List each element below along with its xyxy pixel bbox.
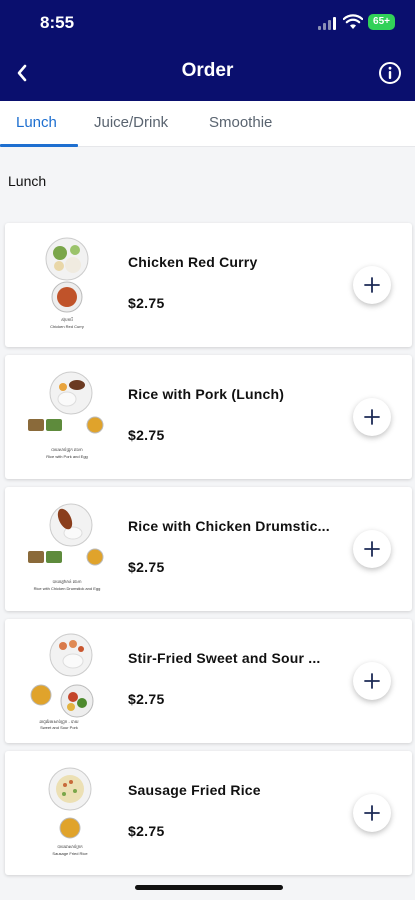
item-name: Chicken Red Curry (128, 254, 258, 270)
item-name: Sausage Fried Rice (128, 782, 261, 798)
item-price: $2.75 (128, 559, 165, 575)
svg-text:ស៊ុបការី: ស៊ុបការី (61, 317, 73, 323)
menu-item-card[interactable]: បាយសាច់ជ្រូក​ ពងទា Rice with Pork and Eg… (5, 355, 412, 479)
page-title: Order (181, 60, 234, 81)
item-name: Stir-Fried Sweet and Sour ... (128, 650, 321, 666)
tab-lunch[interactable]: Lunch (16, 114, 57, 131)
svg-text:Sausage Fried Rice: Sausage Fried Rice (52, 851, 88, 856)
item-price: $2.75 (128, 427, 165, 443)
status-time: 8:55 (40, 13, 75, 32)
food-image: ឆាជូរអែមសាច់ជ្រូក - បាយ Sweet and Sour P… (30, 633, 94, 730)
menu-item-card[interactable]: ស៊ុបការី Chicken Red Curry Chicken Red C… (5, 223, 412, 347)
svg-text:បាយសាច់ជ្រូក​ ពងទា: បាយសាច់ជ្រូក​ ពងទា (51, 447, 83, 453)
plus-icon (364, 805, 380, 821)
svg-text:Rice with Chicken Drumstick an: Rice with Chicken Drumstick and Egg (34, 586, 101, 591)
add-item-button[interactable] (353, 398, 391, 436)
plus-icon (364, 409, 380, 425)
add-item-button[interactable] (353, 530, 391, 568)
food-image: បាយឆាសាច់ក្រក Sausage Fried Rice (48, 767, 92, 856)
item-price: $2.75 (128, 691, 165, 707)
active-tab-indicator (0, 144, 78, 147)
app-header: 8:55 65+ Order (0, 0, 415, 101)
cellular-signal-icon (318, 16, 340, 30)
status-bar: 8:55 65+ (0, 0, 415, 45)
add-item-button[interactable] (353, 266, 391, 304)
food-image: បាយភ្លៅមាន់ ពងទា Rice with Chicken Drums… (28, 503, 104, 591)
item-price: $2.75 (128, 295, 165, 311)
item-price: $2.75 (128, 823, 165, 839)
menu-item-card[interactable]: ឆាជូរអែមសាច់ជ្រូក - បាយ Sweet and Sour P… (5, 619, 412, 743)
item-name: Rice with Pork (Lunch) (128, 386, 285, 402)
food-image: ស៊ុបការី Chicken Red Curry (45, 237, 89, 329)
section-title: Lunch (8, 173, 47, 189)
item-name: Rice with Chicken Drumstic... (128, 518, 330, 534)
svg-text:បាយភ្លៅមាន់ ពងទា: បាយភ្លៅមាន់ ពងទា (52, 579, 81, 584)
category-tabs: Lunch Juice/Drink Smoothie (0, 101, 415, 147)
add-item-button[interactable] (353, 794, 391, 832)
tab-smoothie[interactable]: Smoothie (209, 114, 272, 131)
svg-text:Chicken Red Curry: Chicken Red Curry (50, 324, 84, 329)
wifi-icon (343, 14, 363, 29)
battery-icon: 65+ (368, 14, 395, 30)
svg-text:បាយឆាសាច់ក្រក: បាយឆាសាច់ក្រក (57, 844, 83, 849)
tab-juice-drink[interactable]: Juice/Drink (94, 114, 168, 131)
plus-icon (364, 277, 380, 293)
menu-item-card[interactable]: បាយភ្លៅមាន់ ពងទា Rice with Chicken Drums… (5, 487, 412, 611)
svg-text:Rice with Pork and Egg: Rice with Pork and Egg (46, 454, 88, 459)
menu-item-card[interactable]: បាយឆាសាច់ក្រក Sausage Fried Rice Sausage… (5, 751, 412, 875)
home-indicator[interactable] (135, 885, 283, 890)
food-image: បាយសាច់ជ្រូក​ ពងទា Rice with Pork and Eg… (28, 371, 104, 459)
plus-icon (364, 541, 380, 557)
info-icon[interactable] (378, 61, 402, 85)
svg-text:Sweet and Sour Pork: Sweet and Sour Pork (40, 725, 78, 730)
add-item-button[interactable] (353, 662, 391, 700)
plus-icon (364, 673, 380, 689)
